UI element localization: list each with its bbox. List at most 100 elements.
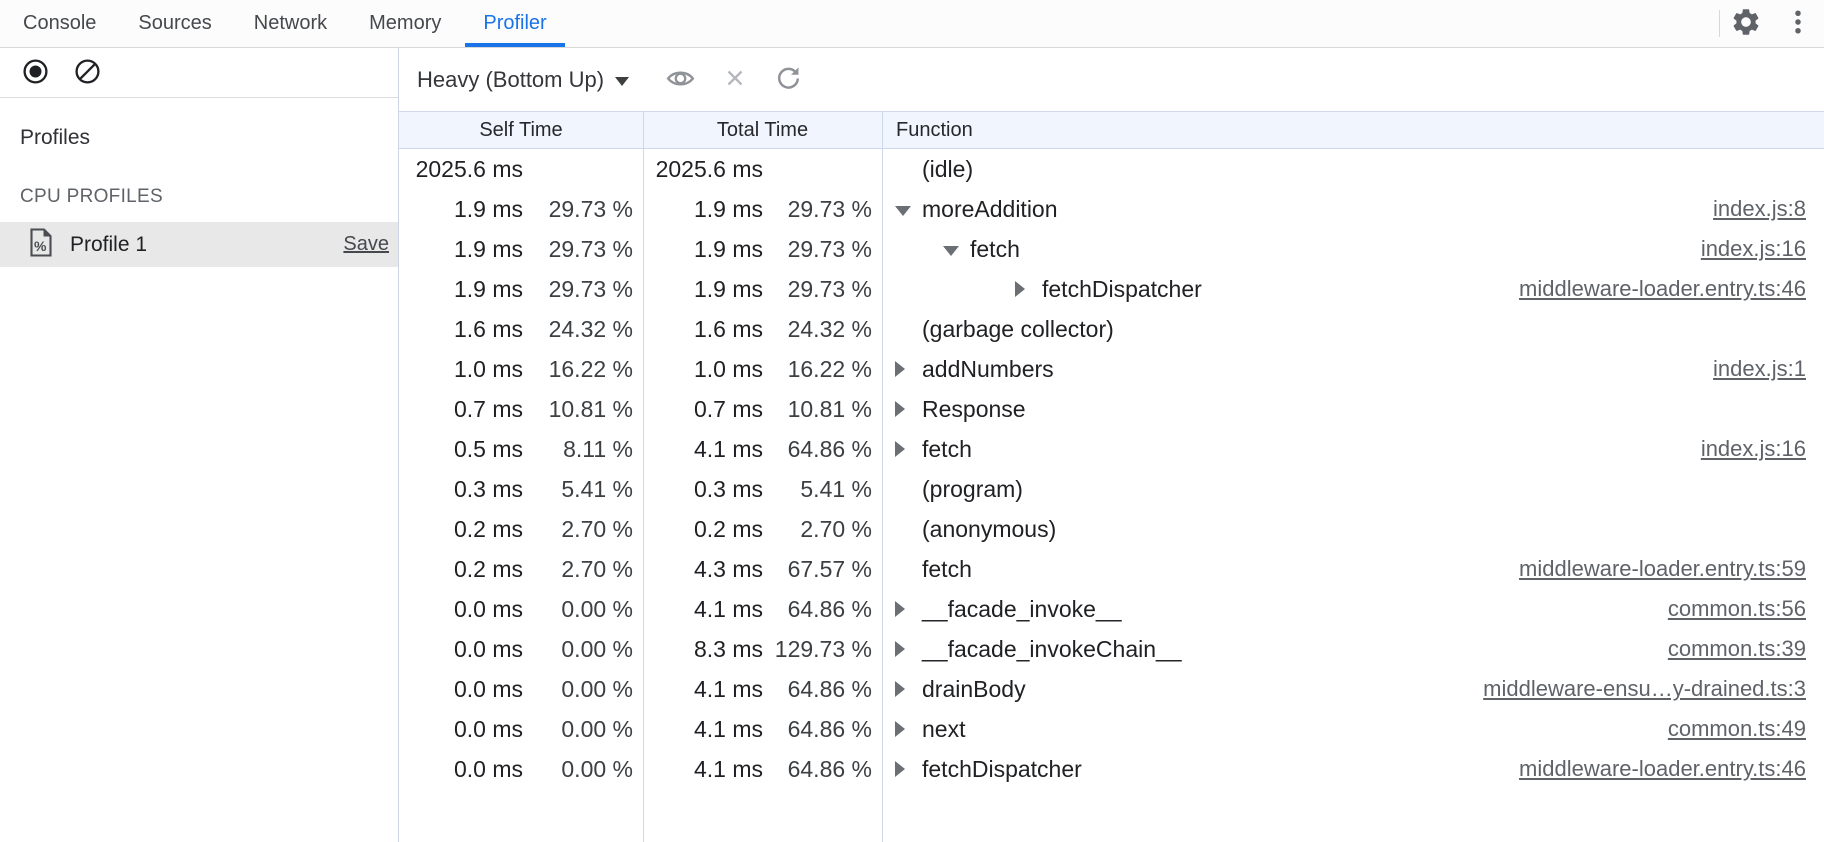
profiles-toolbar	[0, 48, 398, 98]
expander-icon[interactable]	[895, 401, 922, 417]
more-options-button[interactable]	[1772, 0, 1824, 47]
profiler-panel: Profiles CPU PROFILES % Profile 1 Save H…	[0, 48, 1824, 842]
expander-icon[interactable]	[943, 243, 970, 256]
total-time-value: 2025.6 ms	[643, 156, 763, 183]
function-name: fetchDispatcher	[1042, 276, 1202, 303]
source-link[interactable]: index.js:16	[1681, 236, 1824, 262]
function-cell: __facade_invoke__ common.ts:56	[882, 596, 1824, 623]
source-link[interactable]: common.ts:49	[1648, 716, 1824, 742]
settings-button[interactable]	[1720, 0, 1772, 47]
kebab-menu-icon	[1783, 7, 1813, 40]
self-time-percent: 0.00 %	[523, 596, 643, 623]
profile-table-row[interactable]: 1.6 ms 24.32 % 1.6 ms 24.32 % (garbage c…	[399, 309, 1824, 349]
refresh-icon	[774, 64, 803, 96]
profile-table-row[interactable]: 0.5 ms 8.11 % 4.1 ms 64.86 % fetch index…	[399, 429, 1824, 469]
source-link[interactable]: index.js:8	[1693, 196, 1824, 222]
tab-profiler[interactable]: Profiler	[462, 0, 567, 47]
tab-network[interactable]: Network	[233, 0, 348, 47]
indent-spacer	[895, 249, 943, 250]
function-name: next	[922, 716, 965, 743]
profile-table-row[interactable]: 1.9 ms 29.73 % 1.9 ms 29.73 % fetch inde…	[399, 229, 1824, 269]
self-time-cell: 1.6 ms 24.32 %	[399, 316, 643, 343]
self-time-value: 1.9 ms	[399, 236, 523, 263]
self-time-cell: 0.2 ms 2.70 %	[399, 556, 643, 583]
clear-profiles-button[interactable]	[72, 58, 102, 88]
profile-table-row[interactable]: 0.0 ms 0.00 % 4.1 ms 64.86 % fetchDispat…	[399, 749, 1824, 789]
source-link[interactable]: middleware-loader.entry.ts:46	[1499, 276, 1824, 302]
expander-icon[interactable]	[895, 601, 922, 617]
profile-table-row[interactable]: 0.7 ms 10.81 % 0.7 ms 10.81 % Response	[399, 389, 1824, 429]
function-name: addNumbers	[922, 356, 1054, 383]
expander-icon[interactable]	[895, 641, 922, 657]
expander-icon[interactable]	[895, 721, 922, 737]
view-mode-dropdown[interactable]: Heavy (Bottom Up)	[417, 67, 629, 93]
column-header-self-time[interactable]: Self Time	[399, 119, 643, 142]
exclude-function-button[interactable]	[722, 65, 748, 94]
self-time-cell: 0.2 ms 2.70 %	[399, 516, 643, 543]
expander-icon[interactable]	[895, 203, 922, 216]
self-time-percent: 29.73 %	[523, 276, 643, 303]
expander-icon[interactable]	[1015, 281, 1042, 297]
tab-console[interactable]: Console	[2, 0, 117, 47]
source-link[interactable]: common.ts:39	[1648, 636, 1824, 662]
profile-table-row[interactable]: 1.0 ms 16.22 % 1.0 ms 16.22 % addNumbers…	[399, 349, 1824, 389]
source-link[interactable]: common.ts:56	[1648, 596, 1824, 622]
view-toolbar-icons	[665, 63, 803, 97]
self-time-value: 0.3 ms	[399, 476, 523, 503]
function-cell: (program)	[882, 476, 1824, 503]
eye-icon	[665, 63, 696, 97]
devtools-window: Console Sources Network Memory Profiler	[0, 0, 1824, 48]
self-time-cell: 1.9 ms 29.73 %	[399, 196, 643, 223]
profiles-list: Profiles CPU PROFILES % Profile 1 Save	[0, 98, 398, 842]
save-profile-link[interactable]: Save	[343, 233, 389, 256]
record-profile-button[interactable]	[20, 58, 50, 88]
source-link[interactable]: middleware-loader.entry.ts:59	[1499, 556, 1824, 582]
function-cell: addNumbers index.js:1	[882, 356, 1824, 383]
profile-table-row[interactable]: 0.0 ms 0.00 % 4.1 ms 64.86 % drainBody m…	[399, 669, 1824, 709]
function-cell: moreAddition index.js:8	[882, 196, 1824, 223]
expander-icon[interactable]	[895, 761, 922, 777]
profile-table-row[interactable]: 0.0 ms 0.00 % 4.1 ms 64.86 % next common…	[399, 709, 1824, 749]
self-time-value: 1.9 ms	[399, 196, 523, 223]
self-time-value: 0.0 ms	[399, 716, 523, 743]
self-time-value: 0.2 ms	[399, 556, 523, 583]
total-time-cell: 2025.6 ms	[643, 156, 882, 183]
function-name: fetch	[922, 436, 972, 463]
restore-functions-button[interactable]	[774, 64, 803, 96]
profile-table-row[interactable]: 0.2 ms 2.70 % 0.2 ms 2.70 % (anonymous)	[399, 509, 1824, 549]
profile-table-row[interactable]: 0.0 ms 0.00 % 4.1 ms 64.86 % __facade_in…	[399, 589, 1824, 629]
function-name: fetchDispatcher	[922, 756, 1082, 783]
total-time-cell: 4.1 ms 64.86 %	[643, 436, 882, 463]
profile-table-row[interactable]: 0.0 ms 0.00 % 8.3 ms 129.73 % __facade_i…	[399, 629, 1824, 669]
total-time-value: 4.1 ms	[643, 756, 763, 783]
focus-function-button[interactable]	[665, 63, 696, 97]
grid-header-row: Self Time Total Time Function	[399, 112, 1824, 149]
total-time-percent: 16.22 %	[763, 356, 882, 383]
total-time-percent: 64.86 %	[763, 596, 882, 623]
profile-table-row[interactable]: 1.9 ms 29.73 % 1.9 ms 29.73 % fetchDispa…	[399, 269, 1824, 309]
source-link[interactable]: middleware-loader.entry.ts:46	[1499, 756, 1824, 782]
function-name: (anonymous)	[922, 516, 1056, 543]
profile-table-row[interactable]: 0.3 ms 5.41 % 0.3 ms 5.41 % (program)	[399, 469, 1824, 509]
profile-table-row[interactable]: 0.2 ms 2.70 % 4.3 ms 67.57 % fetch middl…	[399, 549, 1824, 589]
tab-memory[interactable]: Memory	[348, 0, 462, 47]
function-cell: fetchDispatcher middleware-loader.entry.…	[882, 756, 1824, 783]
profile-table-row[interactable]: 2025.6 ms 2025.6 ms (idle)	[399, 149, 1824, 189]
total-time-percent: 64.86 %	[763, 716, 882, 743]
expander-icon[interactable]	[895, 441, 922, 457]
self-time-value: 0.2 ms	[399, 516, 523, 543]
function-cell: fetchDispatcher middleware-loader.entry.…	[882, 276, 1824, 303]
column-header-function[interactable]: Function	[882, 119, 1824, 142]
tab-sources[interactable]: Sources	[117, 0, 232, 47]
source-link[interactable]: index.js:16	[1681, 436, 1824, 462]
source-link[interactable]: index.js:1	[1693, 356, 1824, 382]
profile-item[interactable]: % Profile 1 Save	[0, 222, 398, 267]
column-header-total-time[interactable]: Total Time	[643, 119, 882, 142]
expander-icon[interactable]	[895, 681, 922, 697]
expander-icon[interactable]	[895, 361, 922, 377]
source-link[interactable]: middleware-ensu…y-drained.ts:3	[1463, 676, 1824, 702]
function-cell: fetch index.js:16	[882, 436, 1824, 463]
profile-table-row[interactable]: 1.9 ms 29.73 % 1.9 ms 29.73 % moreAdditi…	[399, 189, 1824, 229]
self-time-percent: 0.00 %	[523, 676, 643, 703]
self-time-percent: 2.70 %	[523, 556, 643, 583]
